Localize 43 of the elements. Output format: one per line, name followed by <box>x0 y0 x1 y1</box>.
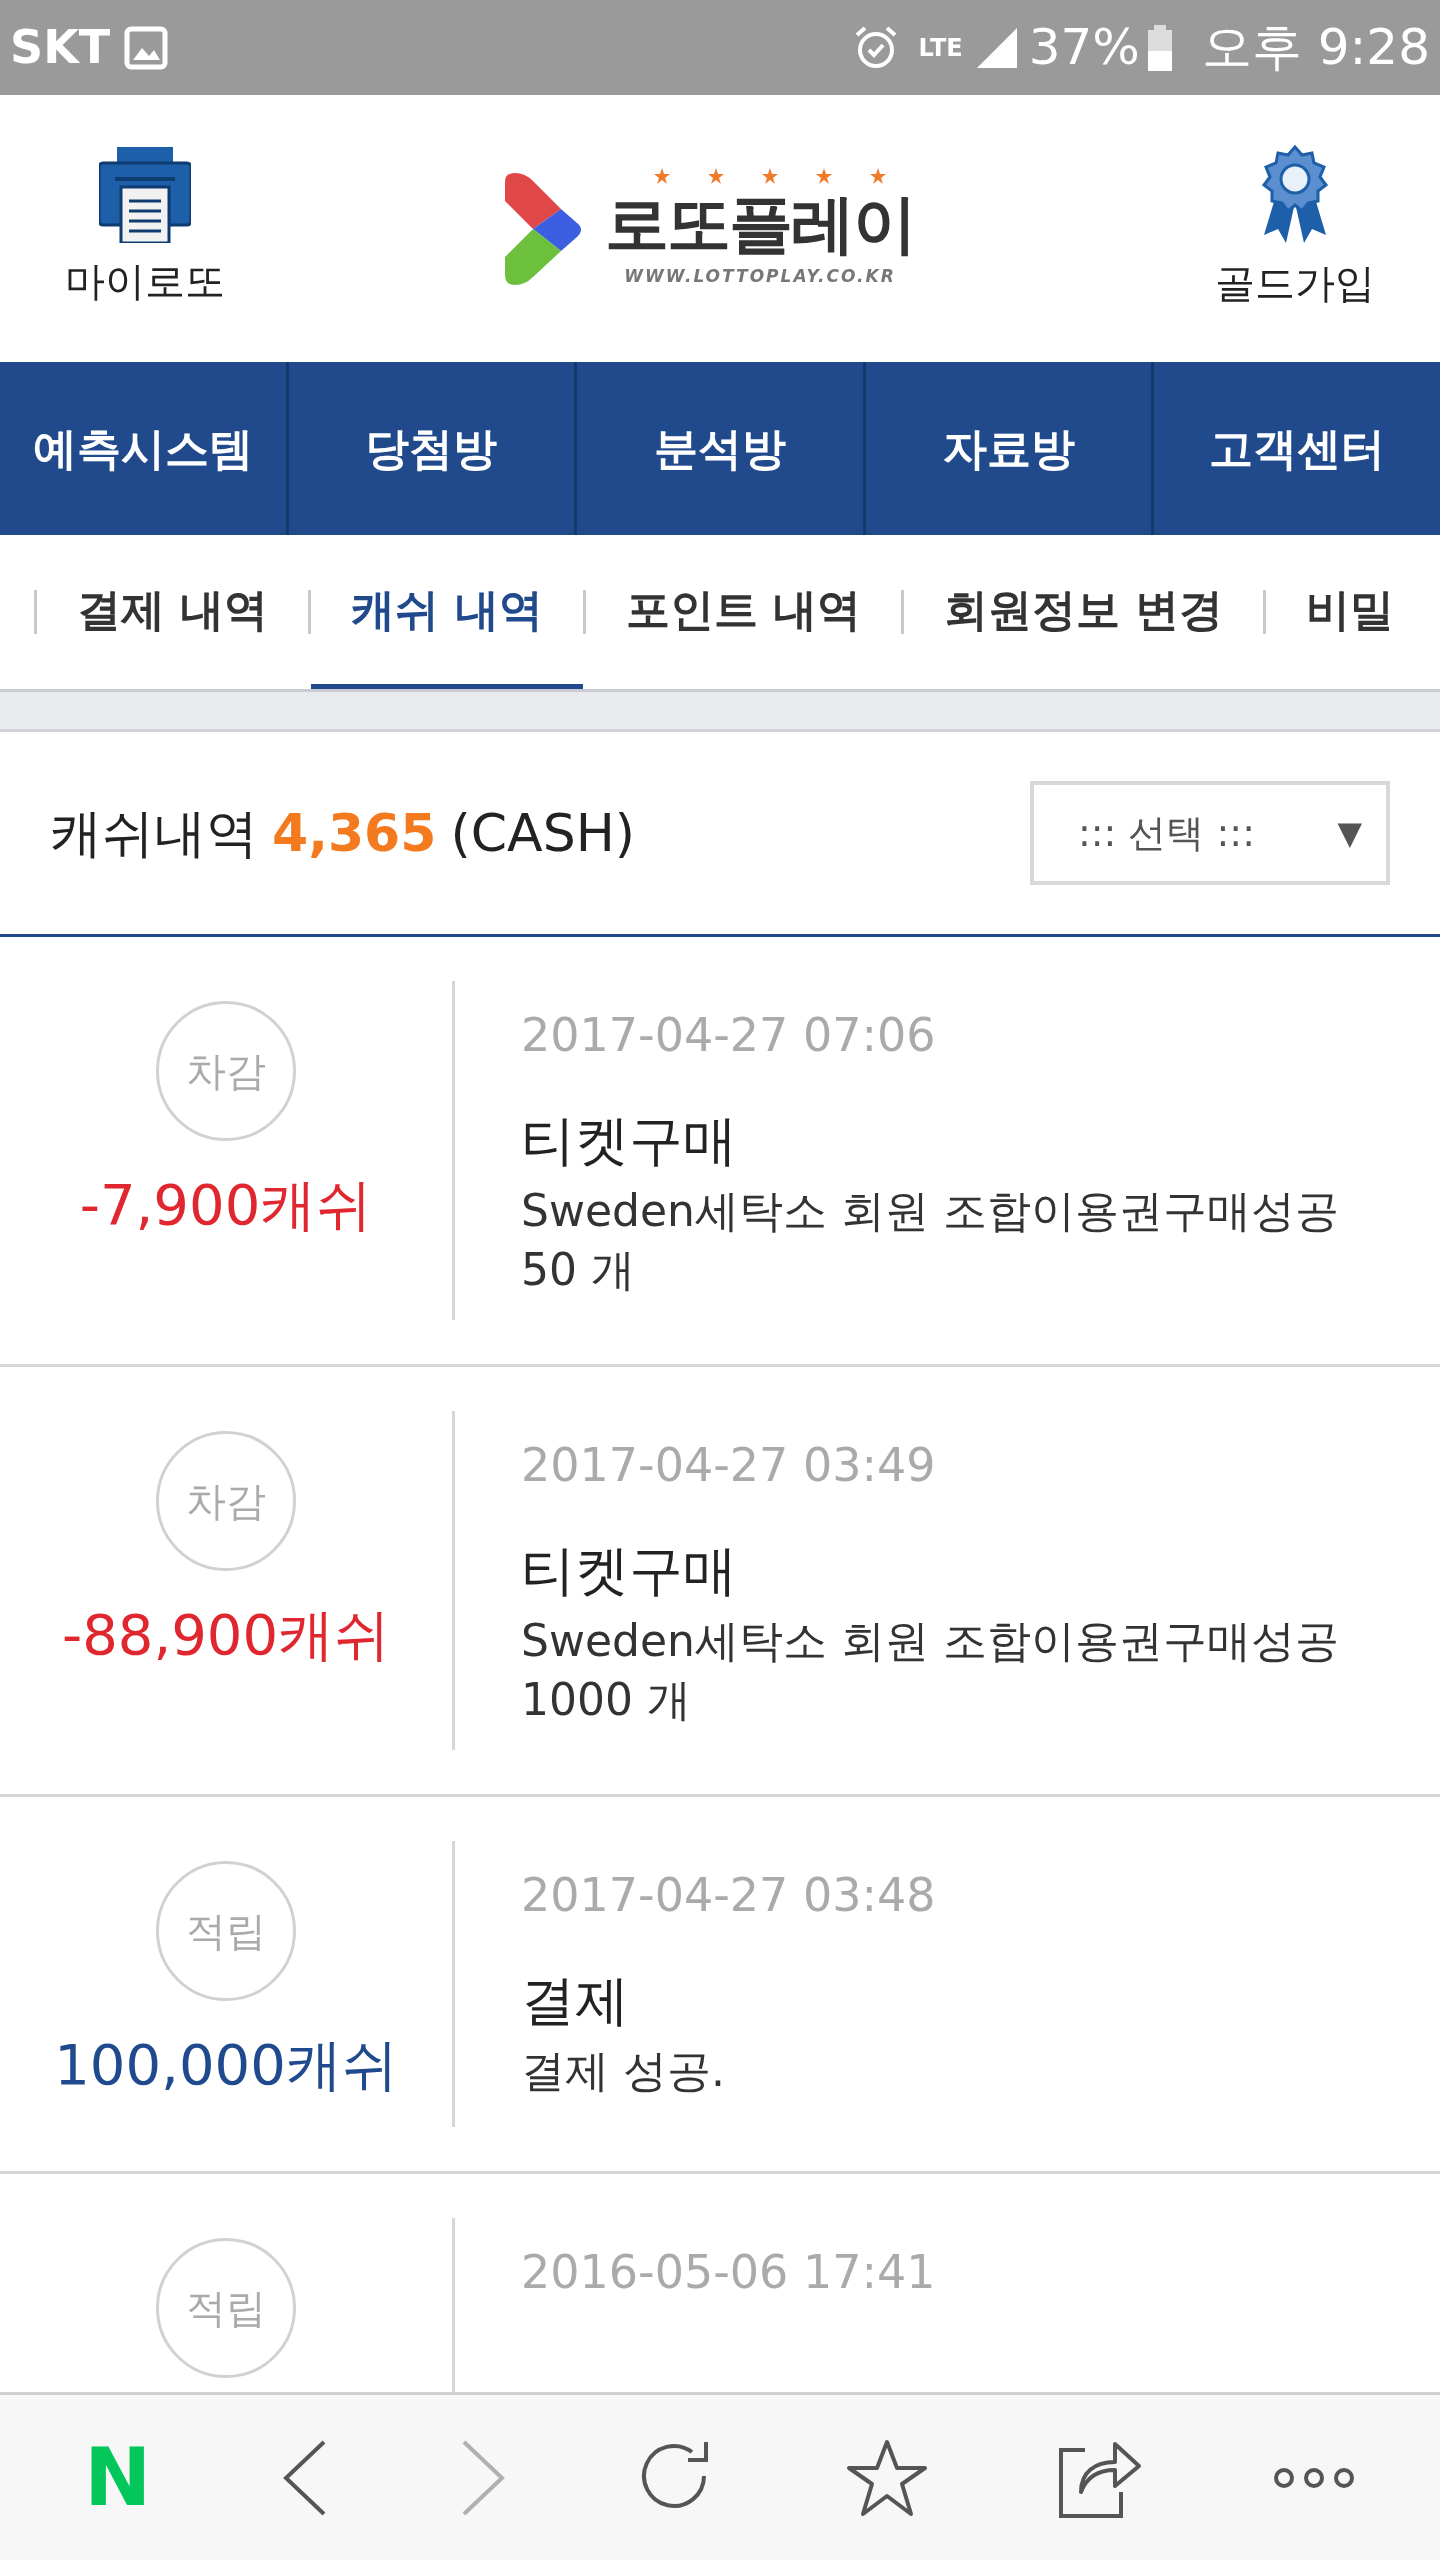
entry-title: 티켓구매 <box>521 1537 738 1604</box>
printer-icon <box>99 146 191 243</box>
membership-join-link[interactable]: 골드가입 <box>1210 144 1380 313</box>
my-lotto-link[interactable]: 마이로또 <box>60 146 230 311</box>
clock-text: 오후 9:28 <box>1201 17 1430 78</box>
cash-amount: 4,365 <box>272 802 437 865</box>
entry-type-badge: 차감 <box>156 1001 296 1141</box>
entry-type-badge: 적립 <box>156 1860 296 2001</box>
entry-amount: -88,900캐쉬 <box>61 1600 391 1669</box>
sub-nav-tab[interactable]: 결제 내역 <box>37 535 309 689</box>
sub-nav-tab[interactable]: 포인트 내역 <box>585 535 901 689</box>
entry-date: 2016-05-06 17:41 <box>521 2243 936 2301</box>
image-icon <box>124 25 169 70</box>
entry-date: 2017-04-27 07:06 <box>521 1007 937 1064</box>
entry-amount: 100,000캐쉬 <box>54 2030 398 2099</box>
more-icon[interactable] <box>1271 2465 1356 2490</box>
battery-text: 37% <box>1028 17 1140 78</box>
main-nav-tab[interactable]: 당첨방 <box>288 362 578 535</box>
entry-title: 티켓구매 <box>521 1108 738 1174</box>
entry-title: 결제 <box>521 1967 630 2034</box>
main-nav-tab[interactable]: 고객센터 <box>1154 362 1440 535</box>
entry-type-badge: 차감 <box>156 1430 296 1571</box>
sub-nav-tab[interactable]: 비밀 <box>1266 535 1435 689</box>
network-text: LTE <box>918 35 963 60</box>
entry-description: Sweden세탁소 회원 조합이용권구매성공 50 개 <box>521 1184 1340 1298</box>
entry-description: 결제 성공. <box>521 2043 726 2098</box>
star-icon[interactable] <box>844 2437 929 2518</box>
entry-date: 2017-04-27 03:48 <box>521 1866 936 1924</box>
entry-amount: -7,900캐쉬 <box>79 1171 373 1239</box>
entry-description: Sweden세탁소 회원 조합이용권구매성공 1000 개 <box>521 1613 1340 1728</box>
filter-select[interactable]: ::: 선택 ::: ▼ <box>1030 781 1390 885</box>
sub-nav-tab[interactable]: 회원정보 변경 <box>904 535 1264 689</box>
battery-icon <box>1147 24 1172 71</box>
cash-unit: (CASH) <box>450 802 636 865</box>
main-nav-tab[interactable]: 자료방 <box>865 362 1155 535</box>
main-nav-tab[interactable]: 예측시스템 <box>0 362 289 535</box>
logo-title: 로또플레이 <box>605 185 915 263</box>
main-nav-tab[interactable]: 분석방 <box>577 362 866 535</box>
carrier-text: SKT <box>10 19 111 76</box>
entry-type-badge: 적립 <box>156 2237 296 2378</box>
logo-url: WWW.LOTTOPLAY.CO.KR <box>624 264 896 288</box>
cash-history-label: 캐쉬내역 <box>50 802 258 865</box>
entry-date: 2017-04-27 03:49 <box>521 1436 937 1494</box>
